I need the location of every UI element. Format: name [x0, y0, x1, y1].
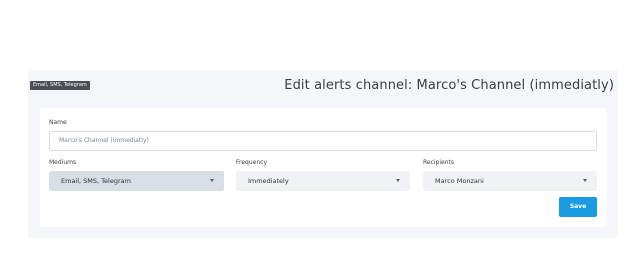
save-button[interactable]: Save	[559, 197, 597, 217]
mediums-value: Email, SMS, Telegram	[61, 177, 131, 185]
recipients-value: Marco Monzani	[435, 177, 484, 185]
recipients-select[interactable]: Marco Monzani	[423, 171, 597, 191]
frequency-value: Immediately	[248, 177, 289, 185]
frequency-label: Frequency	[236, 159, 267, 166]
form-card	[40, 108, 607, 227]
recipients-label: Recipients	[423, 159, 455, 166]
name-input[interactable]: Marco's Channel (immediatly)	[49, 131, 597, 151]
mediums-select[interactable]: Email, SMS, Telegram	[49, 171, 224, 191]
page: Email, SMS, Telegram Edit alerts channel…	[0, 0, 640, 255]
chevron-down-icon	[583, 179, 587, 182]
name-label: Name	[49, 119, 67, 126]
frequency-select[interactable]: Immediately	[236, 171, 410, 191]
chevron-down-icon	[396, 179, 400, 182]
chevron-down-icon	[210, 179, 214, 182]
mediums-label: Mediums	[49, 159, 77, 166]
page-title: Edit alerts channel: Marco's Channel (im…	[284, 78, 614, 93]
mediums-tooltip: Email, SMS, Telegram	[30, 81, 90, 90]
